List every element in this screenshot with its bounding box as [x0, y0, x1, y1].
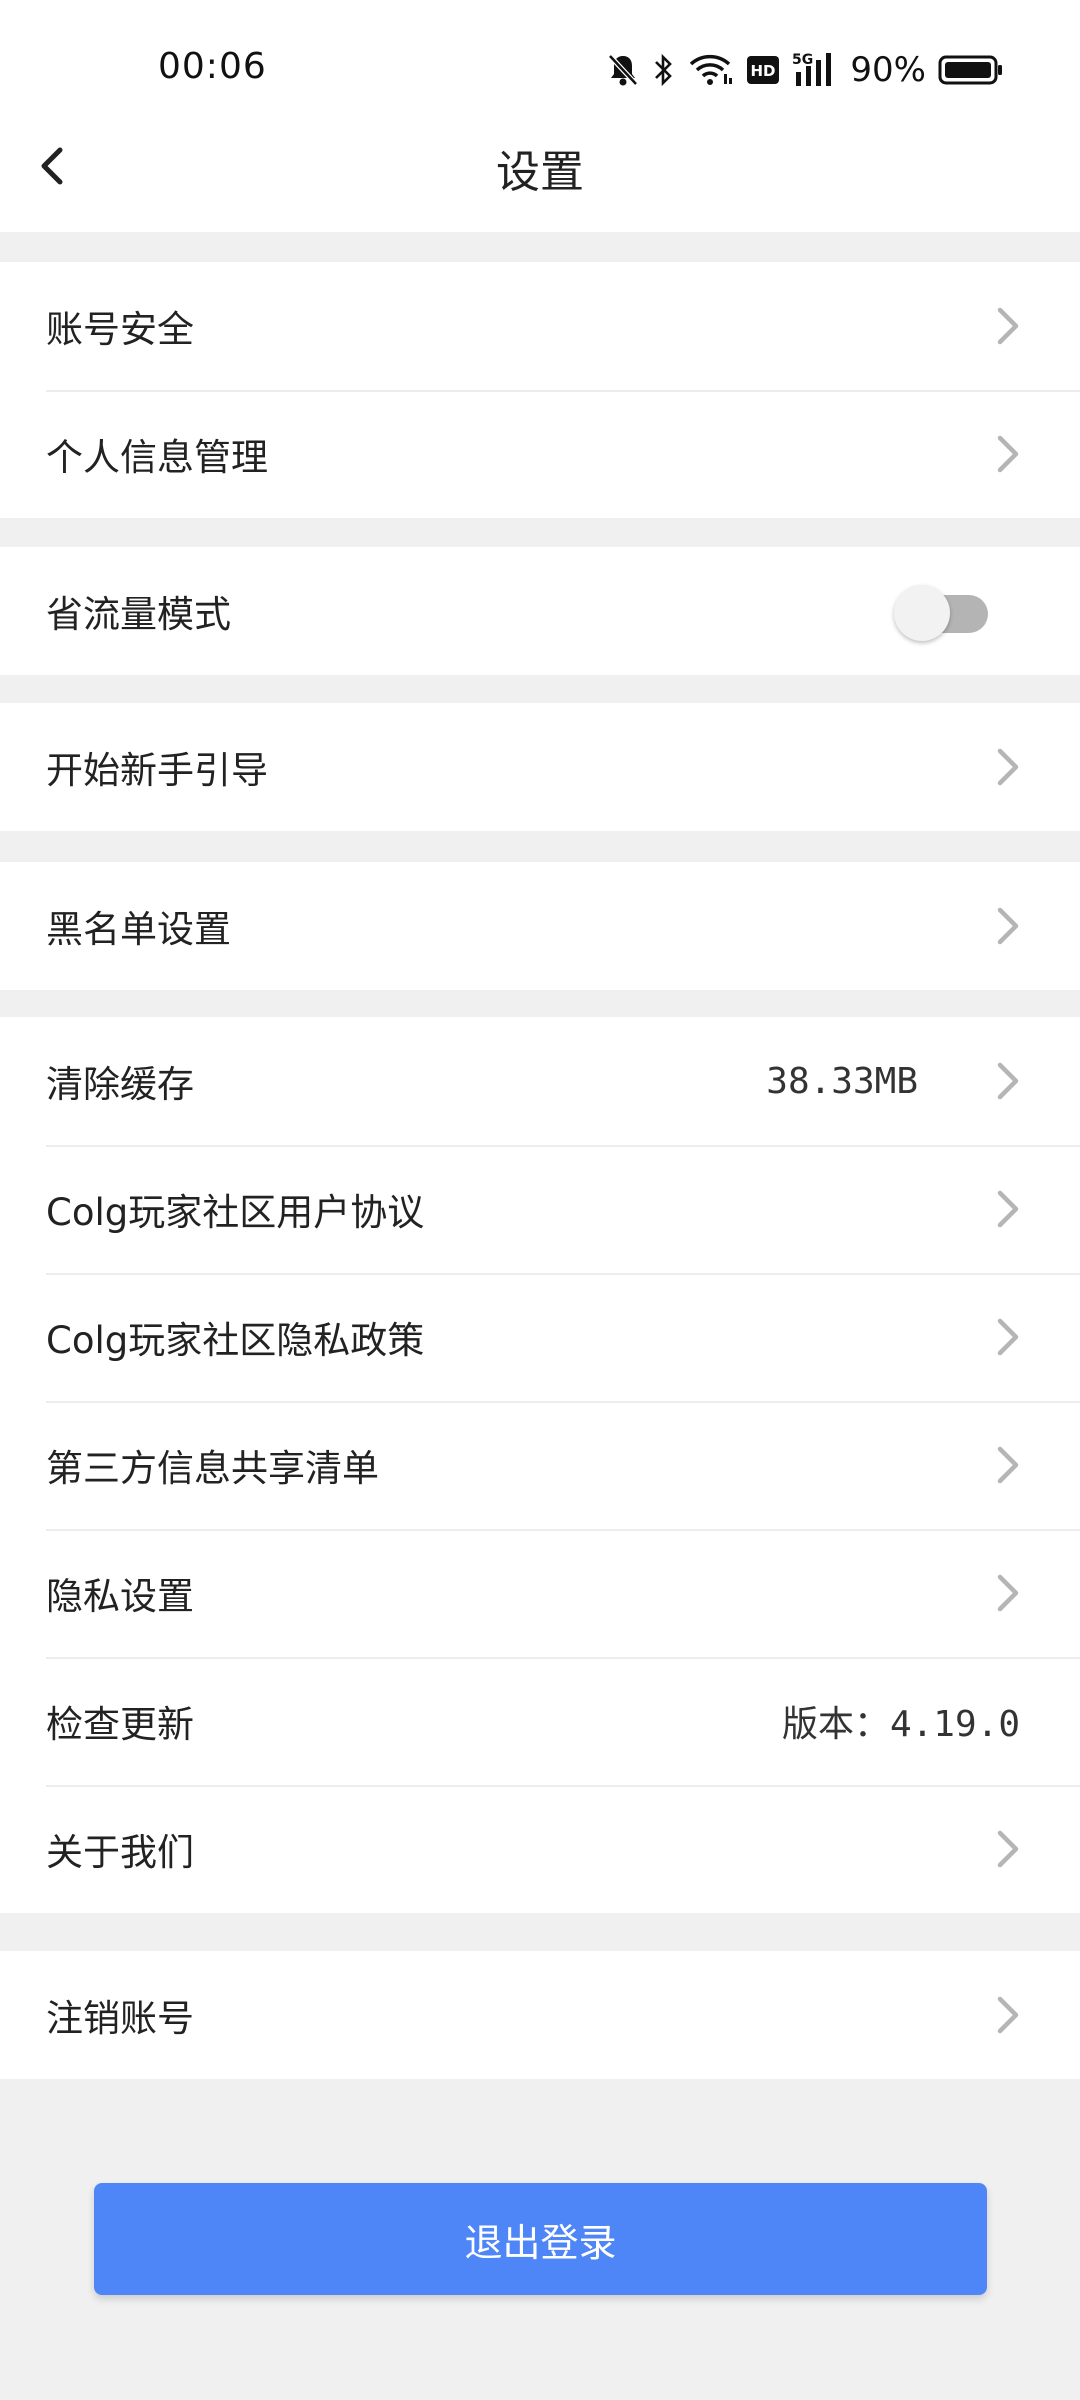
about-us-item[interactable]: 关于我们	[0, 1785, 1080, 1913]
row-label: 黑名单设置	[46, 908, 231, 951]
check-update-item[interactable]: 检查更新 版本：4.19.0	[0, 1657, 1080, 1785]
chevron-right-icon	[997, 1574, 1019, 1612]
chevron-right-icon	[997, 307, 1019, 345]
toggle-knob	[894, 585, 950, 641]
wifi-icon	[688, 52, 734, 88]
cancel-account-group: 注销账号	[0, 1951, 1080, 2079]
chevron-right-icon	[997, 1062, 1019, 1100]
status-time: 00:06	[158, 46, 267, 87]
chevron-right-icon	[997, 1190, 1019, 1228]
user-agreement-item[interactable]: Colg玩家社区用户协议	[0, 1145, 1080, 1273]
cache-size-value: 38.33MB	[766, 1060, 918, 1102]
privacy-policy-item[interactable]: Colg玩家社区隐私政策	[0, 1273, 1080, 1401]
personal-info-item[interactable]: 个人信息管理	[0, 390, 1080, 518]
chevron-right-icon	[997, 1830, 1019, 1868]
row-label: Colg玩家社区用户协议	[46, 1191, 425, 1234]
battery-icon	[938, 54, 1004, 86]
nav-bar: 设置	[0, 110, 1080, 232]
blacklist-group: 黑名单设置	[0, 862, 1080, 990]
clear-cache-item[interactable]: 清除缓存 38.33MB	[0, 1017, 1080, 1145]
chevron-right-icon	[997, 1996, 1019, 2034]
row-label: 省流量模式	[46, 593, 231, 636]
logout-button[interactable]: 退出登录	[94, 2183, 987, 2295]
row-label: 检查更新	[46, 1703, 194, 1746]
row-label: 账号安全	[46, 308, 194, 351]
account-group: 账号安全 个人信息管理	[0, 262, 1080, 518]
row-label: 注销账号	[46, 1997, 194, 2040]
battery-percent: 90%	[850, 50, 926, 90]
svg-text:HD: HD	[751, 62, 776, 80]
data-saver-item: 省流量模式	[0, 547, 1080, 675]
mute-bell-icon	[606, 52, 640, 88]
bluetooth-icon	[652, 52, 676, 88]
hd-icon: HD	[746, 55, 780, 85]
misc-group: 清除缓存 38.33MB Colg玩家社区用户协议 Colg玩家社区隐私政策 第…	[0, 1017, 1080, 1913]
page-title: 设置	[496, 147, 584, 198]
row-label: 关于我们	[46, 1831, 194, 1874]
account-security-item[interactable]: 账号安全	[0, 262, 1080, 390]
beginner-guide-item[interactable]: 开始新手引导	[0, 703, 1080, 831]
5g-signal-icon: 5G	[792, 50, 836, 90]
version-value: 版本：4.19.0	[781, 1704, 1020, 1745]
chevron-right-icon	[997, 1446, 1019, 1484]
row-label: 个人信息管理	[46, 436, 268, 479]
data-saver-toggle[interactable]	[894, 585, 994, 641]
blacklist-item[interactable]: 黑名单设置	[0, 862, 1080, 990]
row-label: 开始新手引导	[46, 749, 268, 792]
guide-group: 开始新手引导	[0, 703, 1080, 831]
chevron-right-icon	[997, 748, 1019, 786]
data-saver-group: 省流量模式	[0, 547, 1080, 675]
third-party-sharing-item[interactable]: 第三方信息共享清单	[0, 1401, 1080, 1529]
row-label: 清除缓存	[46, 1063, 194, 1106]
row-label: Colg玩家社区隐私政策	[46, 1319, 425, 1362]
chevron-right-icon	[997, 435, 1019, 473]
chevron-right-icon	[997, 907, 1019, 945]
chevron-right-icon	[997, 1318, 1019, 1356]
row-label: 第三方信息共享清单	[46, 1447, 379, 1490]
svg-text:5G: 5G	[792, 52, 813, 68]
cancel-account-item[interactable]: 注销账号	[0, 1951, 1080, 2079]
row-label: 隐私设置	[46, 1575, 194, 1618]
status-icons: HD 5G 90%	[606, 48, 1004, 92]
privacy-settings-item[interactable]: 隐私设置	[0, 1529, 1080, 1657]
